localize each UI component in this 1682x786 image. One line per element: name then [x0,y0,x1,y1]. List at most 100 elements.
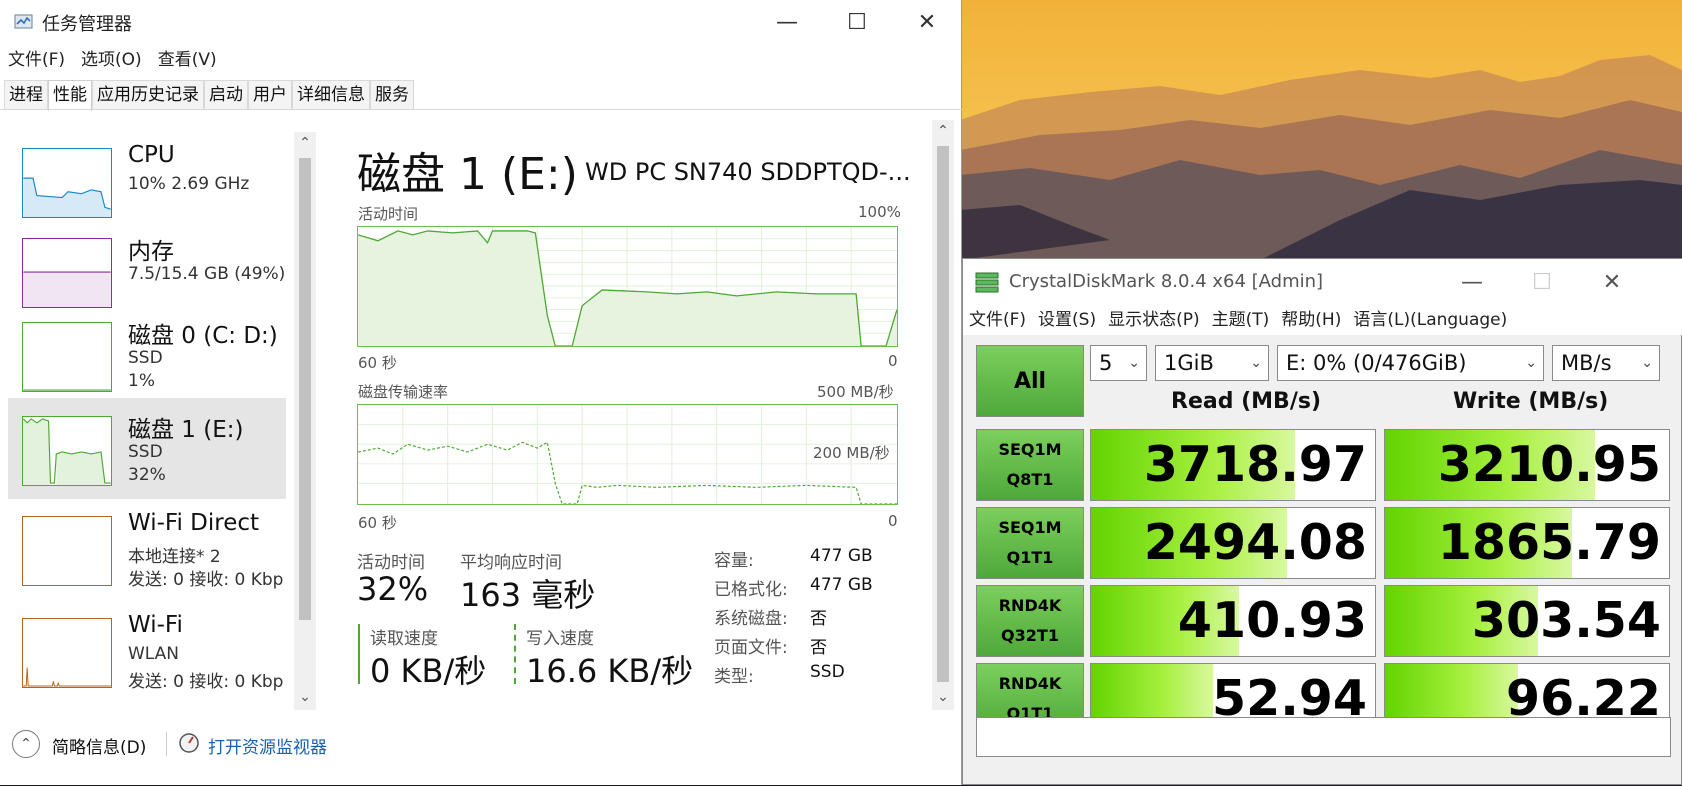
test-name: RND4K [998,596,1062,615]
result-write-seq1m-q1t1: 1865.79 [1384,507,1670,579]
page-file-label: 页面文件: [714,638,788,658]
sidebar-item-detail: 本地连接* 2 [128,547,221,567]
tab-processes[interactable]: 进程 [4,80,48,110]
type-label: 类型: [714,667,754,687]
write-speed-marker [514,624,516,684]
system-disk-label: 系统磁盘: [714,609,788,629]
chart2-mid: 200 MB/秒 [813,444,890,462]
sidebar-item-wifi-direct[interactable]: Wi-Fi Direct 本地连接* 2 发送: 0 接收: 0 Kbp [8,498,286,599]
minimize-button[interactable]: — [1437,259,1507,305]
test-button-seq1m-q8t1[interactable]: SEQ1M Q8T1 [976,429,1084,501]
task-manager-icon [14,14,33,29]
scroll-thumb[interactable] [937,146,949,682]
chart2-max: 500 MB/秒 [817,383,894,401]
tab-app-history[interactable]: 应用历史记录 [92,80,204,110]
test-name: SEQ1M [998,440,1062,459]
read-speed-value: 0 KB/秒 [370,652,487,690]
memory-thumbnail-graph [22,238,112,308]
formatted-label: 已格式化: [714,580,788,600]
page-file-value: 否 [810,638,827,658]
test-name: SEQ1M [998,518,1062,537]
sidebar-item-wifi[interactable]: Wi-Fi WLAN 发送: 0 接收: 0 Kbp [8,600,286,701]
chevron-down-icon: ⌄ [1128,355,1140,371]
scroll-up-arrow-icon[interactable]: ⌃ [932,120,954,142]
sidebar-item-usage: 发送: 0 接收: 0 Kbp [128,570,284,590]
chevron-down-icon: ⌄ [1641,355,1653,371]
disk1-thumbnail-graph [22,416,112,486]
sidebar-item-disk0[interactable]: 磁盘 0 (C: D:) SSD 1% [8,304,286,405]
cpu-thumbnail-graph [22,148,112,218]
menu-settings[interactable]: 设置(S) [1032,305,1102,335]
chart2-time-start: 60 秒 [358,514,397,532]
minimize-button[interactable]: — [752,0,822,44]
test-count-select[interactable]: 5 ⌄ [1090,345,1147,381]
maximize-button[interactable]: ☐ [822,0,892,44]
active-time-chart [357,226,898,347]
wifi-direct-thumbnail-graph [22,516,112,586]
result-value: 1865.79 [1437,514,1661,571]
sidebar-item-detail: SSD [128,348,163,368]
unit-select[interactable]: MB/s ⌄ [1552,345,1660,381]
open-resource-monitor-link[interactable]: 打开资源监视器 [208,733,327,758]
test-size-select[interactable]: 1GiB ⌄ [1155,345,1269,381]
test-button-seq1m-q1t1[interactable]: SEQ1M Q1T1 [976,507,1084,579]
result-value: 2494.08 [1143,514,1367,571]
resource-list: CPU 10% 2.69 GHz 内存 7.5/15.4 GB (49%) 磁盘… [0,128,296,708]
test-size-value: 1GiB [1164,351,1214,375]
test-queue: Q32T1 [1001,626,1059,645]
detail-scrollbar[interactable]: ⌃ ⌄ [932,120,954,710]
disk-model: WD PC SN740 SDDPTQD-... [585,158,911,186]
scroll-thumb[interactable] [299,158,311,620]
result-value: 303.54 [1471,592,1661,649]
task-manager-window: 任务管理器 — ☐ ✕ 文件(F) 选项(O) 查看(V) 进程 性能 应用历史… [0,0,962,785]
tab-users[interactable]: 用户 [248,80,292,110]
maximize-button[interactable]: ☐ [1507,259,1577,305]
tab-strip: 进程 性能 应用历史记录 启动 用户 详细信息 服务 [4,80,414,111]
sidebar-item-usage: 1% [128,371,155,391]
menu-bar: 文件(F) 选项(O) 查看(V) [0,46,225,74]
sidebar-item-detail: 7.5/15.4 GB (49%) [128,264,286,284]
read-column-header: Read (MB/s) [1171,389,1322,414]
footer-divider [166,732,167,756]
menu-theme[interactable]: 主题(T) [1206,305,1276,335]
tab-startup[interactable]: 启动 [204,80,248,110]
tab-details[interactable]: 详细信息 [292,80,370,110]
collapse-chevron-icon[interactable]: ⌃ [12,730,40,758]
type-value: SSD [810,662,845,682]
scroll-up-arrow-icon[interactable]: ⌃ [294,132,316,154]
chart1-label: 活动时间 [358,205,419,223]
close-button[interactable]: ✕ [1577,259,1647,305]
menu-language[interactable]: 语言(L)(Language) [1347,305,1513,335]
tab-divider [0,109,962,110]
sidebar-item-usage: 32% [128,465,166,485]
brief-info-link[interactable]: 简略信息(D) [52,733,146,758]
close-button[interactable]: ✕ [892,0,962,44]
scroll-down-arrow-icon[interactable]: ⌄ [932,686,954,708]
run-all-button[interactable]: All [976,345,1084,417]
sidebar-item-detail: 10% 2.69 GHz [128,174,250,194]
menu-help[interactable]: 帮助(H) [1275,305,1347,335]
sidebar-item-cpu[interactable]: CPU 10% 2.69 GHz [8,130,286,231]
result-value: 3210.95 [1437,436,1661,493]
scroll-down-arrow-icon[interactable]: ⌄ [294,686,316,708]
menu-display-status[interactable]: 显示状态(P) [1102,305,1206,335]
comment-field[interactable] [976,717,1671,757]
chart1-max: 100% [858,203,901,221]
test-button-rnd4k-q32t1[interactable]: RND4K Q32T1 [976,585,1084,657]
sidebar-item-disk1[interactable]: 磁盘 1 (E:) SSD 32% [8,398,286,499]
tab-performance[interactable]: 性能 [48,80,92,111]
chart2-label: 磁盘传输速率 [358,383,449,401]
test-queue: Q1T1 [1006,548,1054,567]
drive-select[interactable]: E: 0% (0/476GiB) ⌄ [1277,345,1544,381]
menu-file[interactable]: 文件(F) [963,305,1032,335]
sidebar-scrollbar[interactable]: ⌃ ⌄ [294,132,316,710]
capacity-label: 容量: [714,551,754,571]
formatted-value: 477 GB [810,575,873,595]
test-queue: Q8T1 [1006,470,1054,489]
menu-view[interactable]: 查看(V) [150,46,225,74]
menu-options[interactable]: 选项(O) [73,46,150,74]
wifi-thumbnail-graph [22,618,112,688]
menu-file[interactable]: 文件(F) [0,46,73,74]
footer-bar: ⌃ 简略信息(D) 打开资源监视器 [0,728,962,768]
tab-services[interactable]: 服务 [370,80,414,110]
